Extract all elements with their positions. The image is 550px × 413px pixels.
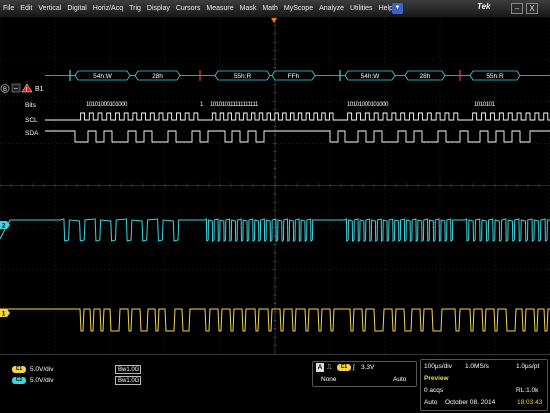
bus-packet-value: FFh	[288, 73, 300, 80]
chevron-down-icon[interactable]: ▼	[392, 3, 403, 14]
menu-measure[interactable]: Measure	[203, 0, 236, 17]
menu-edit[interactable]: Edit	[17, 0, 35, 17]
bus-packet-value: 54h:W	[361, 73, 381, 80]
ch2-scale: 5.0V/div	[30, 377, 54, 384]
sample-rate: 1.0MS/s	[465, 363, 489, 370]
svg-text:–: –	[14, 86, 18, 93]
menu-file[interactable]: File	[0, 0, 17, 17]
trigger-mode: Auto	[393, 376, 407, 383]
trigger-slope-icon: ⎍	[327, 364, 332, 371]
acquisition-state: Preview	[424, 375, 449, 382]
acquisition-count: 0 acqs	[424, 387, 444, 394]
ch1-scale: 5.0V/div	[30, 366, 54, 373]
ch1-badge: C1	[12, 365, 26, 373]
menu-mask[interactable]: Mask	[237, 0, 260, 17]
trigger-readout[interactable]: A ⎍ C1 ∫ 3.3V None Auto	[312, 361, 417, 387]
channel-readouts: C1 5.0V/div Bw1.0G C2 5.0V/div Bw1.0G	[10, 364, 310, 386]
sda-label: SDA	[25, 130, 39, 137]
rising-edge-icon: ∫	[353, 364, 355, 371]
trigger-a-label: A	[316, 363, 324, 372]
acquisition-mode: Auto	[424, 399, 438, 406]
menu-display[interactable]: Display	[144, 0, 173, 17]
minimize-button[interactable]: –	[511, 3, 523, 14]
bus-row: 54h:W 28h 55h:R FFh 54h:W 28h 55h:R	[45, 70, 550, 81]
date: October 08, 2014	[445, 399, 496, 406]
resolution: 1.0µs/pt	[516, 363, 540, 370]
ch1-bandwidth: Bw1.0G	[115, 365, 141, 374]
brand-logo: Tek	[477, 2, 491, 11]
menu-digital[interactable]: Digital	[64, 0, 89, 17]
timebase: 100µs/div	[424, 363, 452, 370]
bits-group: 1010101	[474, 102, 496, 108]
waveform-display[interactable]: 54h:W 28h 55h:R FFh 54h:W 28h 55h:R B – ! B1 B…	[0, 16, 550, 355]
ch2-readout[interactable]: C2 5.0V/div	[12, 376, 54, 385]
bus-packet-value: 28h	[152, 73, 163, 80]
menu-math[interactable]: Math	[259, 0, 281, 17]
bits-label: Bits	[25, 102, 37, 109]
bits-group: 10101000101000	[347, 102, 389, 108]
trigger-level: 3.3V	[361, 364, 375, 371]
ch2-bandwidth: Bw1.0G	[115, 376, 141, 385]
close-button[interactable]: X	[526, 3, 538, 14]
bus-packet-value: 55h:R	[234, 73, 252, 80]
ch1-readout[interactable]: C1 5.0V/div	[12, 365, 54, 374]
bus-packet-value: 28h	[420, 73, 431, 80]
trigger-source-badge: C1	[337, 364, 351, 371]
bits-group: 10101000101000	[86, 102, 128, 108]
menu-vertical[interactable]: Vertical	[35, 0, 64, 17]
menu-analyze[interactable]: Analyze	[316, 0, 347, 17]
bus-packet-value: 54h:W	[93, 73, 113, 80]
menu-horiz-acq[interactable]: Horiz/Acq	[90, 0, 126, 17]
menu-myscope[interactable]: MyScope	[281, 0, 316, 17]
bus-packet-value: 55h:R	[486, 73, 504, 80]
trigger-coupling: None	[321, 376, 337, 383]
acquisition-readout[interactable]: 100µs/div 1.0MS/s 1.0µs/pt Preview 0 acq…	[420, 359, 548, 411]
menu-bar: File Edit Vertical Digital Horiz/Acq Tri…	[0, 0, 550, 18]
time: 18:03:43	[517, 399, 543, 406]
menu-cursors[interactable]: Cursors	[173, 0, 204, 17]
record-length: RL:1.0k	[516, 387, 539, 394]
menu-utilities[interactable]: Utilities	[347, 0, 376, 17]
bits-group: 101010111111111111	[210, 102, 259, 108]
ch2-badge: C2	[12, 376, 26, 384]
readout-area: C1 5.0V/div Bw1.0G C2 5.0V/div Bw1.0G A ⎍ …	[0, 354, 550, 413]
scl-label: SCL	[25, 117, 38, 124]
graticule: 54h:W 28h 55h:R FFh 54h:W 28h 55h:R B – ! B1 B…	[0, 16, 550, 355]
bus-marker: B	[3, 87, 7, 93]
menu-trig[interactable]: Trig	[126, 0, 144, 17]
bus-label: B1	[35, 86, 44, 93]
